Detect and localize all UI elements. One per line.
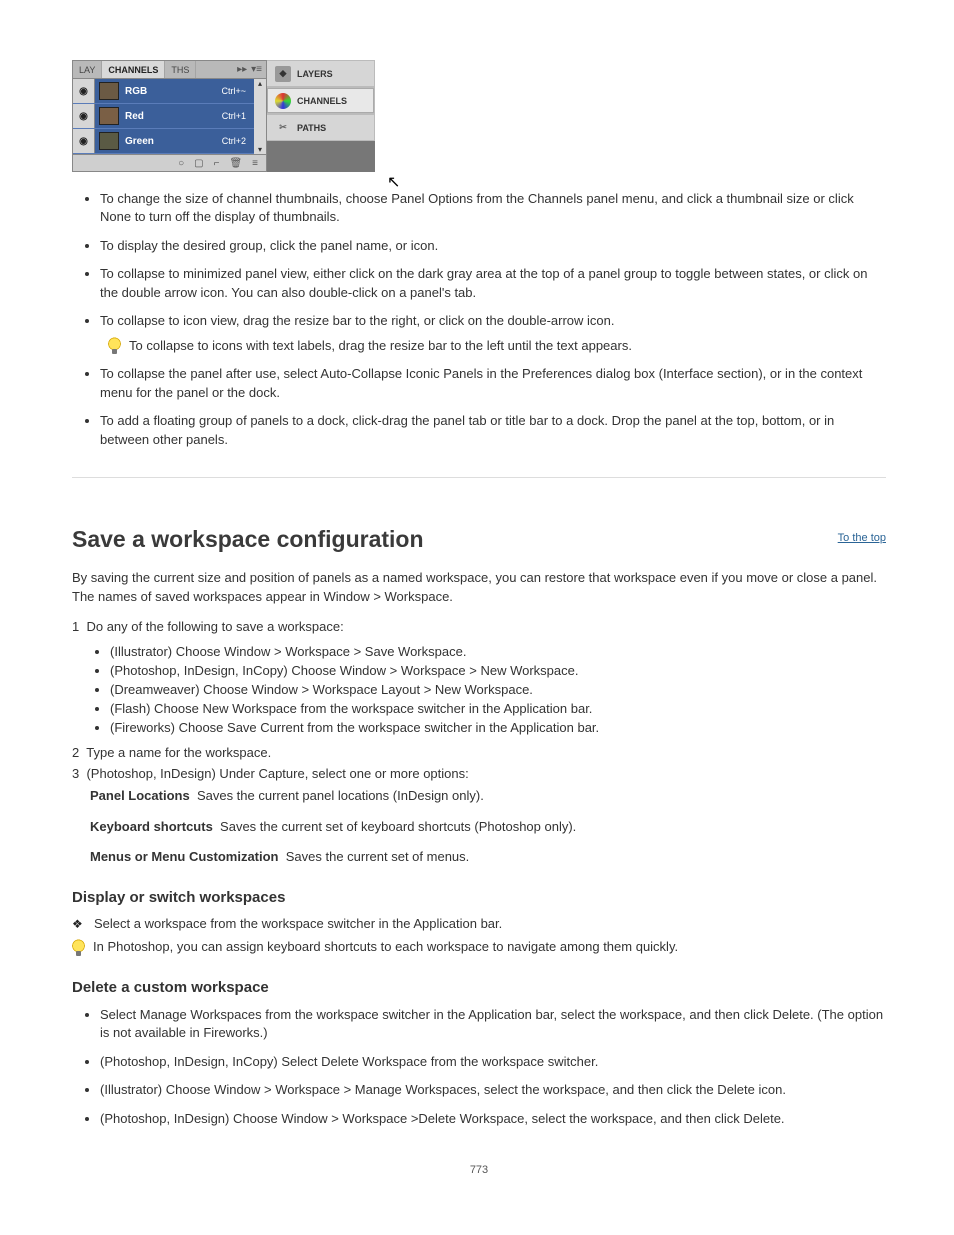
panel-footer: ○ ▢ ⌐ 🗑 ≡ <box>73 154 266 171</box>
visibility-eye-icon[interactable]: ◉ <box>73 104 95 128</box>
list-item: (Illustrator) Choose Window > Workspace … <box>110 644 886 659</box>
list-item: To change the size of channel thumbnails… <box>100 190 886 227</box>
footer-icon[interactable]: ▢ <box>194 158 203 169</box>
strip-label: PATHS <box>297 123 326 133</box>
section-divider <box>72 477 886 478</box>
channel-row[interactable]: ◉ Red Ctrl+1 <box>73 104 254 129</box>
step: 2 Type a name for the workspace. <box>72 745 886 760</box>
paragraph: Select a workspace from the workspace sw… <box>94 916 502 931</box>
strip-item-paths[interactable]: ✂ PATHS <box>267 114 375 141</box>
channel-shortcut: Ctrl+1 <box>222 111 246 121</box>
panel-tabs[interactable]: LAY CHANNELS THS ▸▸ ▾≡ <box>73 61 266 79</box>
channel-name: Red <box>125 111 144 122</box>
list-item: To collapse to icon view, drag the resiz… <box>100 312 886 355</box>
list-item: (Fireworks) Choose Save Current from the… <box>110 720 886 735</box>
visibility-eye-icon[interactable]: ◉ <box>73 79 95 103</box>
list-item: (Photoshop, InDesign, InCopy) Choose Win… <box>110 663 886 678</box>
page-number: 773 <box>72 1164 886 1176</box>
definition: Keyboard shortcuts Saves the current set… <box>90 818 886 837</box>
panel-menu-icon[interactable]: ▾≡ <box>251 64 262 75</box>
strip-label: CHANNELS <box>297 96 347 106</box>
definition: Menus or Menu Customization Saves the cu… <box>90 848 886 867</box>
layers-icon: ◆ <box>275 66 291 82</box>
cursor-pointer-icon: ↖ <box>387 172 400 192</box>
visibility-eye-icon[interactable]: ◉ <box>73 129 95 153</box>
strip-item-layers[interactable]: ◆ LAYERS <box>267 60 375 87</box>
channel-thumb <box>99 107 119 125</box>
heading-display-workspaces: Display or switch workspaces <box>72 889 886 906</box>
strip-label: LAYERS <box>297 69 333 79</box>
diamond-bullet-icon: ❖ <box>72 916 84 933</box>
footer-icon[interactable]: ○ <box>178 158 184 169</box>
channel-row[interactable]: ◉ RGB Ctrl+~ <box>73 79 254 104</box>
lightbulb-tip-icon <box>72 939 85 957</box>
tip-text: To collapse to icons with text labels, d… <box>129 337 632 355</box>
footer-icon[interactable]: ⌐ <box>214 158 220 169</box>
channels-icon <box>275 93 291 109</box>
trash-icon[interactable]: 🗑 <box>229 158 242 169</box>
tip-text: In Photoshop, you can assign keyboard sh… <box>93 939 678 954</box>
channel-shortcut: Ctrl+~ <box>221 86 246 96</box>
paragraph: By saving the current size and position … <box>72 569 886 607</box>
lightbulb-tip-icon <box>108 337 121 355</box>
list-item: (Photoshop, InDesign, InCopy) Select Del… <box>100 1053 886 1071</box>
list-item: (Flash) Choose New Workspace from the wo… <box>110 701 886 716</box>
tab-channels[interactable]: CHANNELS <box>102 61 165 78</box>
definition: Panel Locations Saves the current panel … <box>90 787 886 806</box>
heading-delete-workspace: Delete a custom workspace <box>72 979 886 996</box>
list-item: To add a floating group of panels to a d… <box>100 412 886 449</box>
channel-thumb <box>99 82 119 100</box>
to-top-link[interactable]: To the top <box>838 532 886 544</box>
channel-row[interactable]: ◉ Green Ctrl+2 <box>73 129 254 154</box>
tab-paths-trunc[interactable]: THS <box>165 61 196 78</box>
list-item: To collapse to minimized panel view, eit… <box>100 265 886 302</box>
channels-panel: LAY CHANNELS THS ▸▸ ▾≡ ◉ RGB Ctrl+~ <box>72 60 267 172</box>
list-item: (Dreamweaver) Choose Window > Workspace … <box>110 682 886 697</box>
channel-shortcut: Ctrl+2 <box>222 136 246 146</box>
footer-icon[interactable]: ≡ <box>252 158 258 169</box>
list-item: Select Manage Workspaces from the worksp… <box>100 1006 886 1043</box>
list-item: To display the desired group, click the … <box>100 237 886 255</box>
list-item: (Illustrator) Choose Window > Workspace … <box>100 1081 886 1099</box>
panel-scrollbar[interactable]: ▴ ▾ <box>254 79 266 154</box>
list-item: (Photoshop, InDesign) Choose Window > Wo… <box>100 1110 886 1128</box>
tab-layers-trunc[interactable]: LAY <box>73 61 102 78</box>
channel-name: Green <box>125 136 154 147</box>
step: 3 (Photoshop, InDesign) Under Capture, s… <box>72 766 886 781</box>
paths-icon: ✂ <box>275 120 291 136</box>
list-item: To collapse the panel after use, select … <box>100 365 886 402</box>
heading-save-workspace: Save a workspace configuration <box>72 526 424 553</box>
collapsed-panel-strip: ◆ LAYERS CHANNELS ✂ PATHS <box>267 60 375 172</box>
channel-thumb <box>99 132 119 150</box>
channel-name: RGB <box>125 86 147 97</box>
collapse-arrows-icon[interactable]: ▸▸ <box>237 64 247 75</box>
step: 1 Do any of the following to save a work… <box>72 619 886 634</box>
strip-item-channels[interactable]: CHANNELS <box>267 87 375 114</box>
